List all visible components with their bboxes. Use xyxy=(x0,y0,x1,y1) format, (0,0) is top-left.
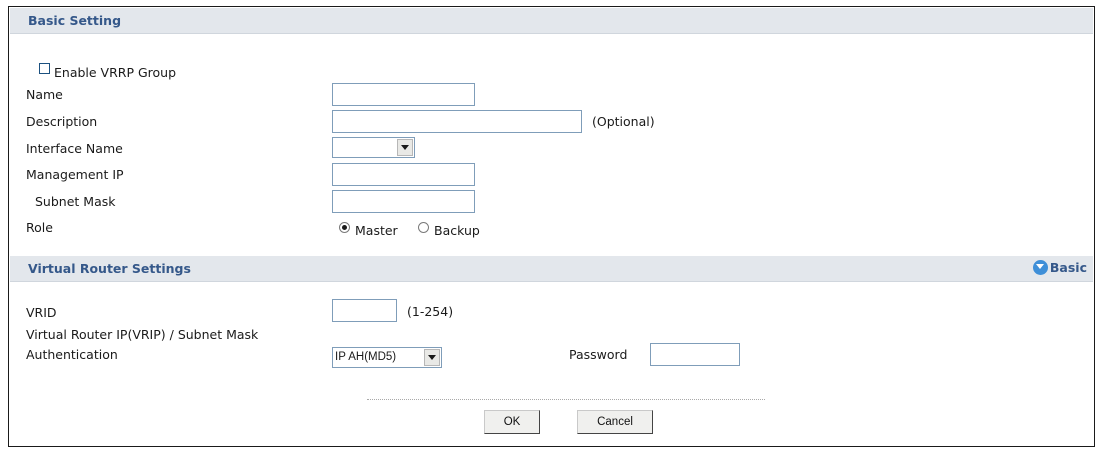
role-master-radio[interactable] xyxy=(339,222,350,233)
basic-setting-header: Basic Setting xyxy=(10,8,1093,34)
subnet-mask-label: Subnet Mask xyxy=(35,194,116,209)
subnet-mask-input[interactable] xyxy=(332,190,475,213)
vrrp-group-dialog: Basic Setting Enable VRRP Group Name Des… xyxy=(8,6,1095,447)
management-ip-label: Management IP xyxy=(26,167,124,182)
authentication-value: IP AH(MD5) xyxy=(335,351,397,363)
vrid-hint: (1-254) xyxy=(407,304,454,319)
vrid-label: VRID xyxy=(26,305,57,320)
management-ip-input[interactable] xyxy=(332,163,475,186)
basic-link-label: Basic xyxy=(1049,260,1087,275)
role-backup-radio[interactable] xyxy=(418,222,429,233)
enable-vrrp-label: Enable VRRP Group xyxy=(54,65,177,80)
vrip-label: Virtual Router IP(VRIP) / Subnet Mask xyxy=(26,327,259,342)
role-backup-label: Backup xyxy=(434,223,480,238)
interface-name-select[interactable] xyxy=(332,137,415,158)
basic-toggle-link[interactable]: Basic xyxy=(1032,260,1087,275)
password-input[interactable] xyxy=(650,343,740,366)
virtual-router-header: Virtual Router Settings Basic xyxy=(10,256,1093,282)
role-master-label: Master xyxy=(355,223,398,238)
chevron-down-icon[interactable] xyxy=(424,349,440,366)
authentication-label: Authentication xyxy=(26,347,118,362)
name-label: Name xyxy=(26,87,63,102)
optional-hint: (Optional) xyxy=(592,114,655,129)
enable-vrrp-checkbox[interactable] xyxy=(39,63,50,74)
password-label: Password xyxy=(569,347,628,362)
name-input[interactable] xyxy=(332,83,475,106)
description-input[interactable] xyxy=(332,110,582,133)
cancel-button[interactable]: Cancel xyxy=(577,410,653,434)
authentication-select[interactable]: IP AH(MD5) xyxy=(332,347,442,368)
description-label: Description xyxy=(26,114,98,129)
vrid-input[interactable] xyxy=(332,299,397,322)
basic-setting-title: Basic Setting xyxy=(28,13,122,28)
ok-button[interactable]: OK xyxy=(484,410,540,434)
chevron-down-icon[interactable] xyxy=(397,139,413,156)
virtual-router-title: Virtual Router Settings xyxy=(28,261,191,276)
button-divider xyxy=(367,399,765,400)
interface-name-label: Interface Name xyxy=(26,141,123,156)
role-label: Role xyxy=(26,220,53,235)
collapse-circle-icon[interactable] xyxy=(1032,260,1048,275)
